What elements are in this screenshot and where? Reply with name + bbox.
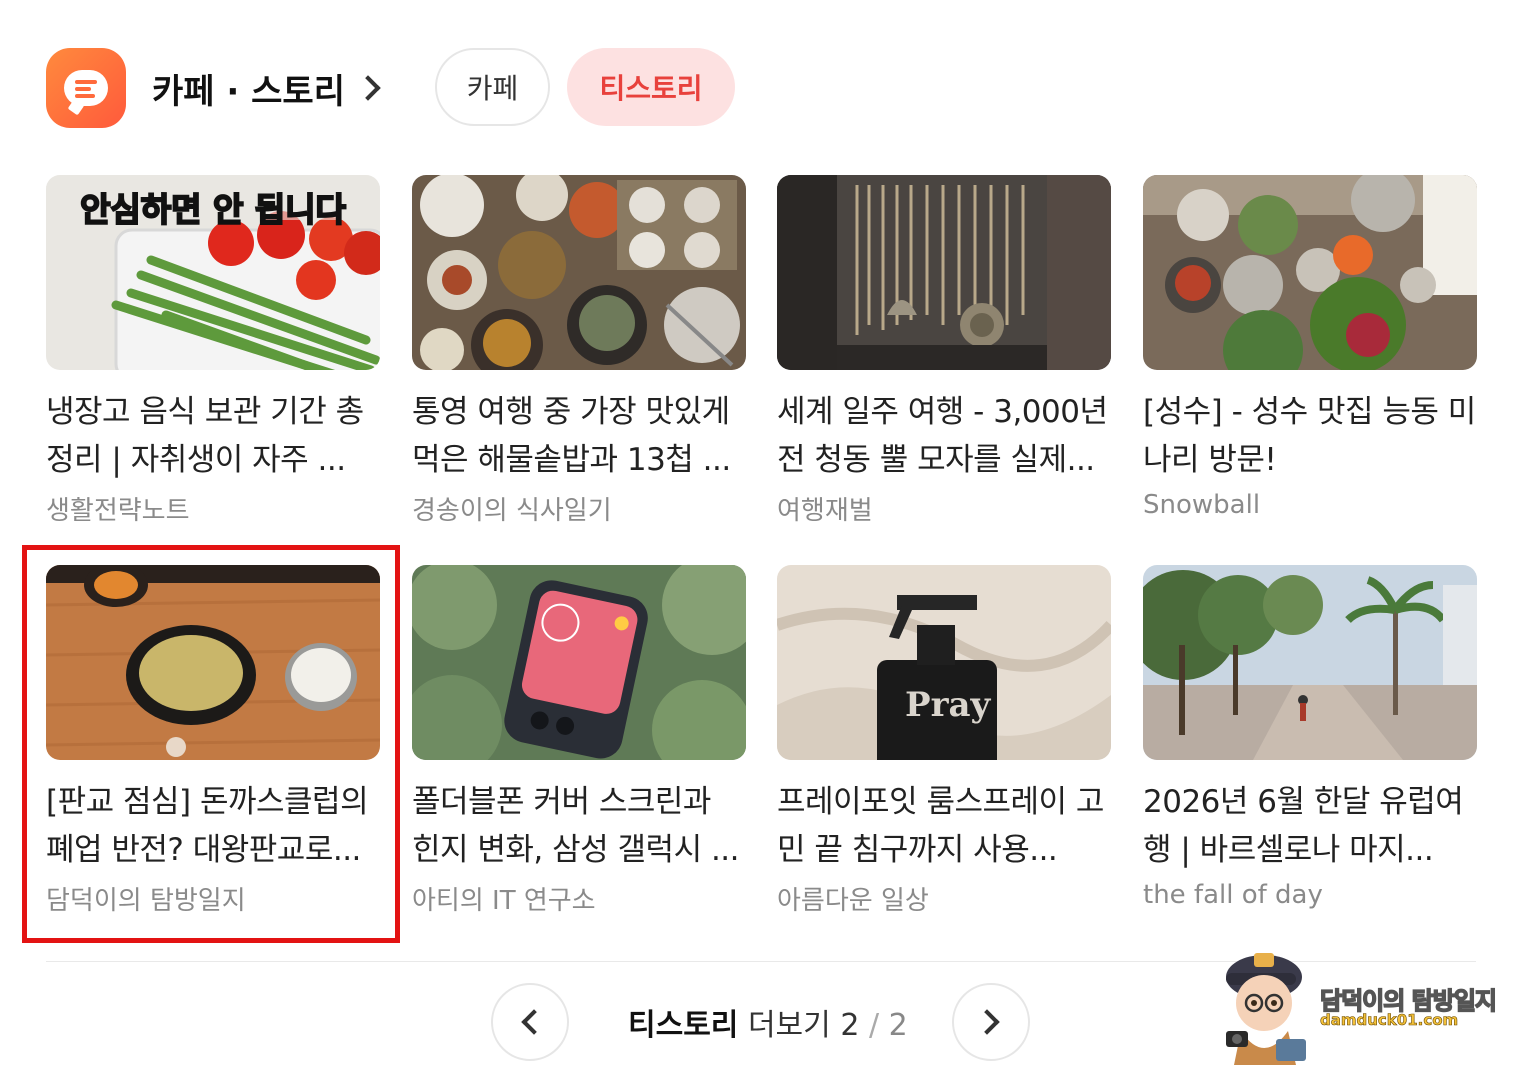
story-author: 여행재벌 <box>777 496 873 526</box>
story-card[interactable]: 세계 일주 여행 - 3,000년 전 청동 뿔 모자를 실제... 여행재벌 <box>777 175 1111 527</box>
story-title[interactable]: 프레이포잇 룸스프레이 고민 끝 침구까지 사용... <box>777 778 1111 874</box>
watermark: 담덕이의 탐방일지 damduck01.com <box>1216 935 1516 1065</box>
story-thumbnail <box>412 565 746 760</box>
story-thumbnail: Pray <box>777 565 1111 760</box>
story-title[interactable]: 2026년 6월 한달 유럽여행 | 바르셀로나 마지... <box>1143 778 1477 874</box>
section-title: 카페 · 스토리 <box>152 71 345 112</box>
story-author: 아름다운 일상 <box>777 886 929 916</box>
story-card[interactable]: [성수] - 성수 맛집 능동 미나리 방문! Snowball <box>1143 175 1477 520</box>
story-title[interactable]: [성수] - 성수 맛집 능동 미나리 방문! <box>1143 388 1477 484</box>
story-author: 아티의 IT 연구소 <box>412 886 596 916</box>
mascot-icon <box>1226 953 1306 1065</box>
highlight-box <box>22 545 400 943</box>
thumbnail-caption: 안심하면 안 됩니다 <box>79 189 347 230</box>
story-author: 생활전략노트 <box>46 496 190 526</box>
prev-page-button[interactable] <box>491 983 569 1061</box>
thumbnail-caption: Pray <box>905 685 991 725</box>
chevron-left-icon <box>521 1009 547 1035</box>
pager-slash: / <box>868 1008 880 1043</box>
chevron-right-icon <box>355 75 381 101</box>
story-thumbnail <box>412 175 746 370</box>
story-title[interactable]: 세계 일주 여행 - 3,000년 전 청동 뿔 모자를 실제... <box>777 388 1111 484</box>
story-card[interactable]: 안심하면 안 됩니다 냉장고 음식 보관 기간 총정리 | 자취생이 자주 ..… <box>46 175 380 527</box>
pager-total: 2 <box>888 1008 908 1043</box>
tab-tistory[interactable]: 티스토리 <box>567 48 735 126</box>
next-page-button[interactable] <box>952 983 1030 1061</box>
section-header: 카페 · 스토리 <box>46 48 381 128</box>
story-author: the fall of day <box>1143 880 1323 910</box>
story-title[interactable]: 통영 여행 중 가장 맛있게 먹은 해물솥밥과 13첩 ... <box>412 388 746 484</box>
section-title-link[interactable]: 카페 · 스토리 <box>152 64 381 113</box>
story-thumbnail <box>1143 175 1477 370</box>
pagination-label: 티스토리 더보기 2 / 2 <box>628 1000 908 1044</box>
story-thumbnail <box>1143 565 1477 760</box>
story-card[interactable]: Pray 프레이포잇 룸스프레이 고민 끝 침구까지 사용... 아름다운 일상 <box>777 565 1111 917</box>
story-card[interactable]: 2026년 6월 한달 유럽여행 | 바르셀로나 마지... the fall … <box>1143 565 1477 910</box>
story-author: Snowball <box>1143 490 1261 520</box>
story-card[interactable]: 통영 여행 중 가장 맛있게 먹은 해물솥밥과 13첩 ... 경송이의 식사일… <box>412 175 746 527</box>
story-thumbnail <box>777 175 1111 370</box>
story-title[interactable]: 냉장고 음식 보관 기간 총정리 | 자취생이 자주 ... <box>46 388 380 484</box>
watermark-url: damduck01.com <box>1320 1011 1459 1030</box>
chevron-right-icon <box>974 1009 1000 1035</box>
story-thumbnail: 안심하면 안 됩니다 <box>46 175 380 370</box>
story-author: 경송이의 식사일기 <box>412 496 612 526</box>
pager-more: 더보기 <box>747 1008 831 1043</box>
story-title[interactable]: 폴더블폰 커버 스크린과 힌지 변화, 삼성 갤럭시 ... <box>412 778 746 874</box>
tab-cafe[interactable]: 카페 <box>435 48 550 126</box>
pager-current: 2 <box>840 1008 860 1043</box>
chat-bubble-icon <box>46 48 126 128</box>
story-card[interactable]: 폴더블폰 커버 스크린과 힌지 변화, 삼성 갤럭시 ... 아티의 IT 연구… <box>412 565 746 917</box>
pager-brand: 티스토리 <box>628 1008 739 1043</box>
